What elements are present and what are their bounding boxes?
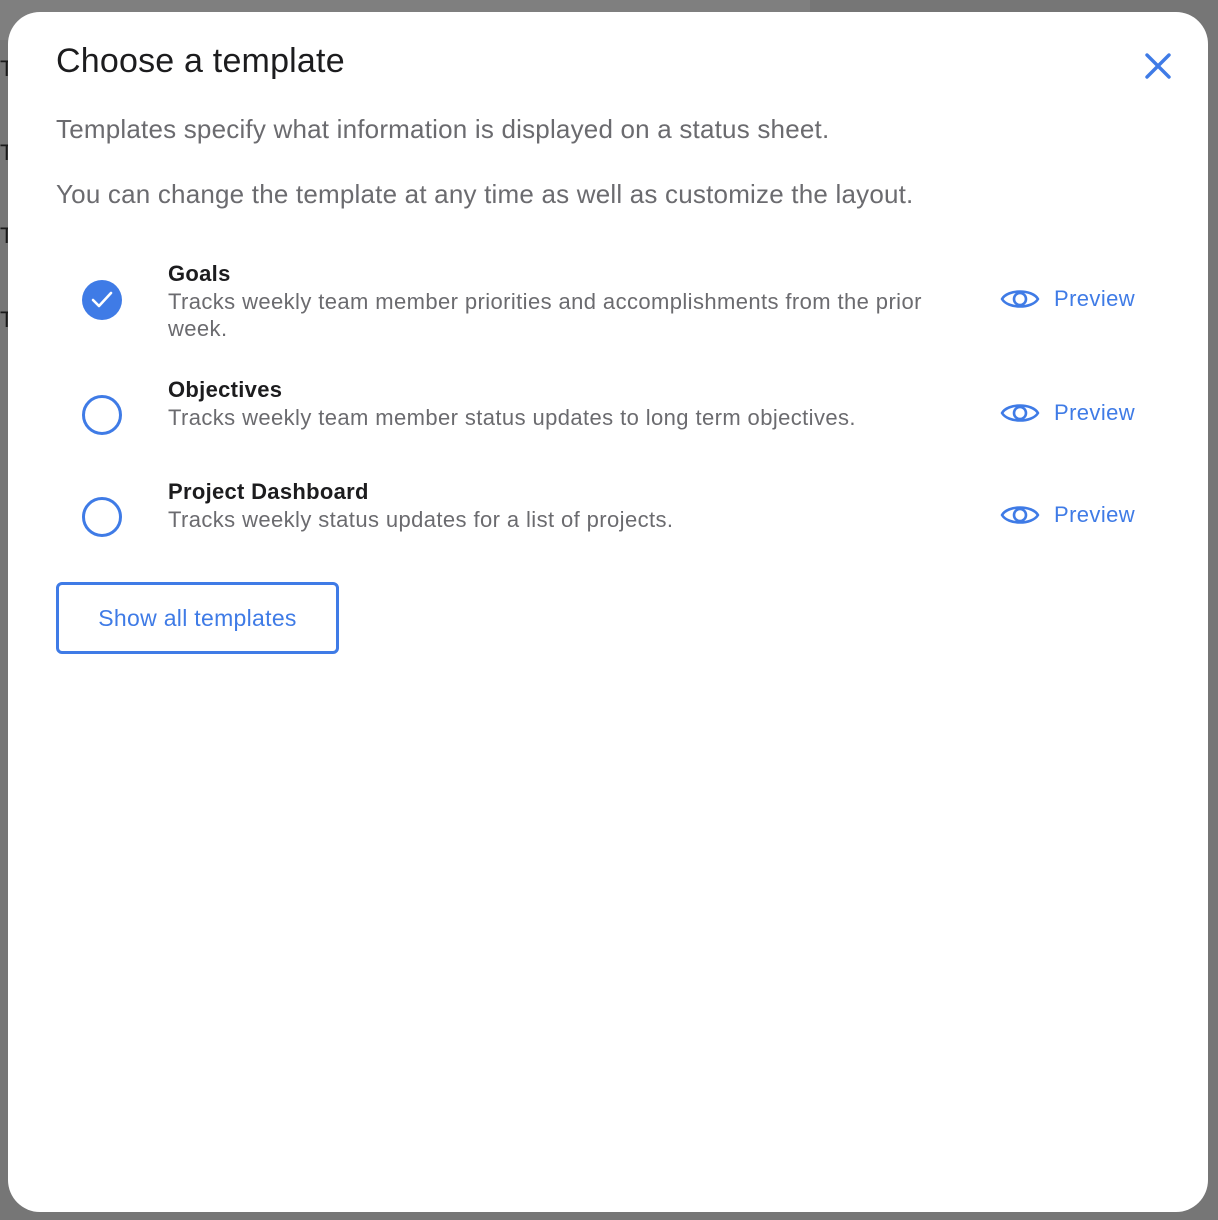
dialog-intro-text: You can change the template at any time …: [56, 179, 914, 209]
preview-link-objectives[interactable]: Preview: [1000, 400, 1135, 426]
template-name: Goals: [168, 261, 231, 286]
template-option-text: Goals Tracks weekly team member prioriti…: [168, 260, 928, 342]
template-name: Objectives: [168, 377, 283, 402]
template-option-text: Objectives Tracks weekly team member sta…: [168, 376, 928, 431]
dialog-intro-text: Templates specify what information is di…: [56, 114, 830, 144]
close-button[interactable]: [1138, 46, 1178, 86]
template-name: Project Dashboard: [168, 479, 369, 504]
template-description: Tracks weekly team member priorities and…: [168, 289, 922, 341]
preview-label: Preview: [1054, 286, 1136, 311]
template-radio-unselected[interactable]: [82, 395, 122, 435]
eye-icon: [1000, 404, 1040, 422]
template-option-project-dashboard[interactable]: Project Dashboard Tracks weekly status u…: [80, 478, 1150, 548]
dialog-title: Choose a template: [56, 42, 345, 80]
template-description: Tracks weekly team member status updates…: [168, 405, 856, 430]
checkmark-icon: [91, 291, 113, 308]
preview-link-goals[interactable]: Preview: [1000, 286, 1135, 312]
eye-icon: [1000, 506, 1040, 524]
preview-link-project-dashboard[interactable]: Preview: [1000, 502, 1135, 528]
template-option-text: Project Dashboard Tracks weekly status u…: [168, 478, 928, 533]
close-icon: [1145, 53, 1171, 79]
template-radio-unselected[interactable]: [82, 497, 122, 537]
show-all-templates-button[interactable]: Show all templates: [56, 582, 339, 654]
eye-icon: [1000, 290, 1040, 308]
choose-template-dialog: Choose a template Templates specify what…: [8, 12, 1208, 1212]
template-option-objectives[interactable]: Objectives Tracks weekly team member sta…: [80, 376, 1150, 446]
template-option-goals[interactable]: Goals Tracks weekly team member prioriti…: [80, 260, 1150, 360]
template-description: Tracks weekly status updates for a list …: [168, 507, 674, 532]
preview-label: Preview: [1054, 400, 1136, 425]
template-radio-selected[interactable]: [82, 280, 122, 320]
preview-label: Preview: [1054, 502, 1136, 527]
